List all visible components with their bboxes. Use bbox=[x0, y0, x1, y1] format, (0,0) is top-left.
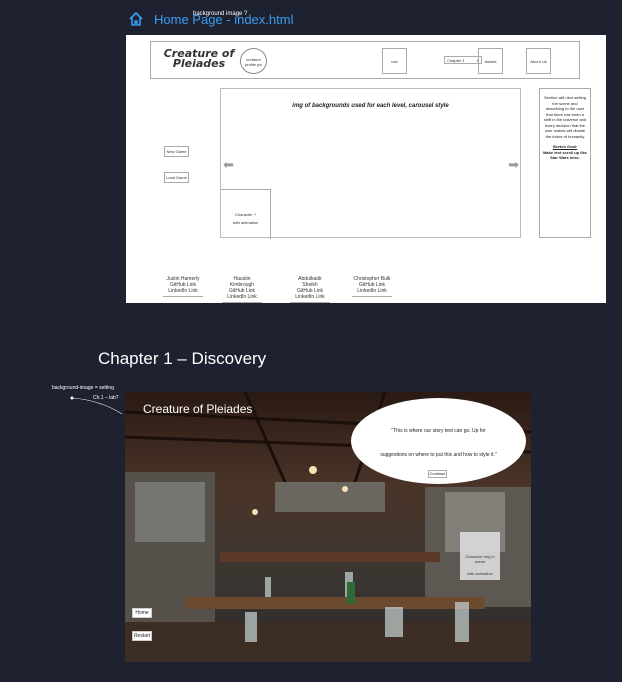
about-us-button[interactable]: About Us bbox=[526, 48, 551, 74]
assets-button[interactable]: Assets bbox=[478, 48, 503, 74]
character-label: Character img in scene bbox=[465, 554, 495, 564]
home-button[interactable]: Home bbox=[132, 608, 152, 618]
load-game-button[interactable]: Load Game bbox=[164, 172, 189, 183]
chapter1-scene: Creature of Pleiades "This is where our … bbox=[125, 392, 531, 662]
story-text-bubble: "This is where our story text can go. Up… bbox=[351, 398, 526, 484]
carousel-caption: img of backgrounds used for each level, … bbox=[292, 103, 449, 109]
credit-name: Haustin Kimbrough bbox=[229, 276, 255, 288]
linkedin-link[interactable]: LinkedIn Link bbox=[222, 294, 262, 300]
character-sub: with animation bbox=[467, 571, 493, 576]
continue-button[interactable]: Continue bbox=[428, 470, 447, 478]
wireframe-header: Creature of Pleiades creature profile pi… bbox=[150, 41, 580, 79]
story-text-line: suggestions on where to put this and how… bbox=[380, 452, 497, 458]
logo-line2: Pleiades bbox=[172, 57, 226, 70]
credit-item: Justin Hamerly GitHub Link LinkedIn Link bbox=[163, 276, 203, 297]
arrow-left-icon[interactable]: ⬅ bbox=[223, 157, 234, 173]
logo: Creature of Pleiades bbox=[159, 48, 239, 70]
annotation-note: background-image = setting bbox=[52, 385, 114, 391]
home-icon bbox=[129, 12, 143, 26]
credit-item: Abdulkadir Sheikh GitHub Link LinkedIn L… bbox=[290, 276, 330, 303]
restart-button[interactable]: Restart bbox=[132, 631, 152, 641]
credit-name: Abdulkadir Sheikh bbox=[298, 276, 322, 288]
linkedin-link[interactable]: LinkedIn Link bbox=[290, 294, 330, 300]
intro-text-panel: Section with text setting the scene and … bbox=[539, 88, 591, 238]
character-label: Character ? bbox=[235, 212, 256, 217]
linkedin-link[interactable]: LinkedIn Link bbox=[352, 288, 392, 294]
chapter-select[interactable]: Chapter 1 ▾ bbox=[444, 56, 482, 64]
character-box: Character ? with animation bbox=[221, 189, 271, 239]
homepage-wireframe: Creature of Pleiades creature profile pi… bbox=[126, 35, 606, 303]
scene-title: Creature of Pleiades bbox=[143, 402, 253, 416]
scene-character-box: Character img in scene with animation bbox=[460, 532, 500, 580]
frame-note: background image ? bbox=[193, 11, 248, 17]
chapter-title: Chapter 1 – Discovery bbox=[98, 349, 267, 368]
chapter-select-value: Chapter 1 bbox=[447, 58, 465, 63]
character-sub: with animation bbox=[232, 220, 259, 225]
nav-button[interactable]: nav bbox=[382, 48, 407, 74]
new-game-button[interactable]: New Game bbox=[164, 146, 189, 157]
linkedin-link[interactable]: LinkedIn Link bbox=[163, 288, 203, 294]
sketch-goal-text: Make text scroll up like Star Wars intro… bbox=[543, 149, 587, 161]
credit-item: Christopher Bulk GitHub Link LinkedIn Li… bbox=[352, 276, 392, 297]
story-text-line: "This is where our story text can go. Up… bbox=[391, 428, 486, 434]
background-carousel: img of backgrounds used for each level, … bbox=[220, 88, 521, 239]
avatar: creature profile pic bbox=[240, 48, 267, 74]
credit-item: Haustin Kimbrough GitHub Link LinkedIn L… bbox=[222, 276, 262, 303]
annotation-connector bbox=[70, 396, 123, 415]
arrow-right-icon[interactable]: ➡ bbox=[508, 157, 519, 173]
intro-text: Section with text setting the scene and … bbox=[543, 95, 587, 139]
